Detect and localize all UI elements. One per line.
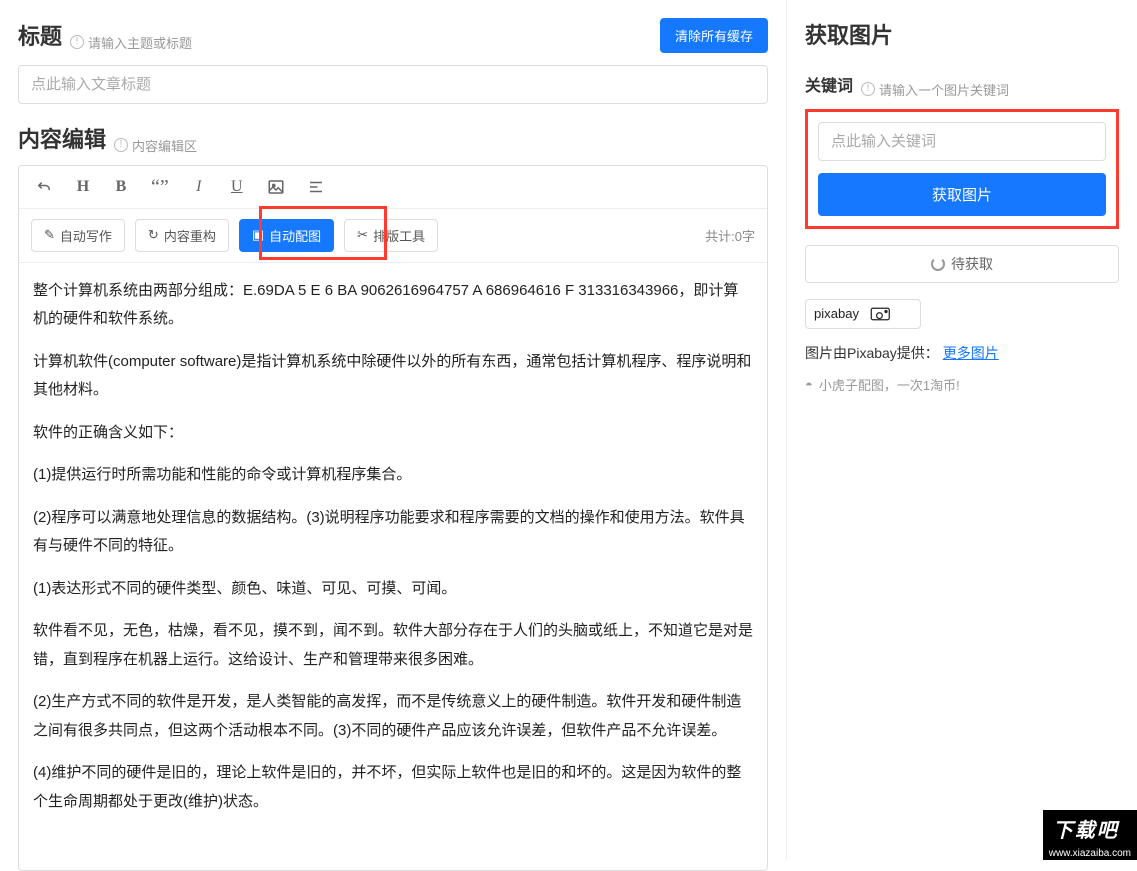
counter-value: 0 — [735, 229, 742, 244]
restructure-button[interactable]: ↻ 内容重构 — [135, 219, 229, 252]
watermark-text: 下载吧 — [1043, 810, 1137, 847]
coin-icon: ◓ — [805, 377, 813, 392]
main-column: 标题 ! 请输入主题或标题 清除所有缓存 内容编辑 ! 内容编辑区 — [0, 0, 787, 860]
info-icon: ! — [861, 82, 875, 96]
counter-prefix: 共计: — [705, 229, 735, 244]
watermark-url: www.xiazaiba.com — [1043, 847, 1137, 860]
paragraph: (2)生产方式不同的软件是开发，是人类智能的高发挥，而不是传统意义上的硬件制造。… — [33, 688, 753, 745]
refresh-icon: ↻ — [148, 227, 159, 243]
pixabay-logo-icon: pixabay — [814, 305, 912, 323]
word-counter: 共计:0字 — [705, 226, 755, 245]
title-hint-text: 请输入主题或标题 — [88, 33, 192, 52]
footer-note: ◓ 小虎子配图，一次1淘币! — [805, 375, 1119, 394]
align-left-icon[interactable] — [303, 174, 329, 200]
sidebar-column: 获取图片 关键词 ! 请输入一个图片关键词 获取图片 待获取 pixabay — [787, 0, 1137, 860]
undo-icon[interactable] — [31, 174, 57, 200]
editor-box: H B “” I U ✎ 自动写作 ↻ 内容重构 — [18, 165, 768, 871]
paragraph: 软件看不见，无色，枯燥，看不见，摸不到，闻不到。软件大部分存在于人们的头脑或纸上… — [33, 617, 753, 674]
quote-icon[interactable]: “” — [147, 177, 173, 197]
typeset-label: 排版工具 — [373, 226, 425, 245]
image-icon[interactable] — [263, 174, 289, 200]
paragraph: (1)表达形式不同的硬件类型、颜色、味道、可见、可摸、可闻。 — [33, 575, 753, 604]
keyword-hint: ! 请输入一个图片关键词 — [861, 80, 1009, 99]
auto-image-button[interactable]: ▣ 自动配图 — [239, 219, 334, 252]
keyword-hint-text: 请输入一个图片关键词 — [879, 80, 1009, 99]
content-section-header: 内容编辑 ! 内容编辑区 — [18, 122, 768, 155]
info-icon: ! — [70, 35, 84, 49]
content-hint-text: 内容编辑区 — [132, 136, 197, 155]
paragraph: (2)程序可以满意地处理信息的数据结构。(3)说明程序功能要求和程序需要的文档的… — [33, 504, 753, 561]
typeset-button[interactable]: ✂ 排版工具 — [344, 219, 438, 252]
spinner-icon — [931, 257, 945, 271]
counter-suffix: 字 — [742, 229, 755, 244]
tool-icon: ✂ — [357, 227, 368, 243]
heading-icon[interactable]: H — [71, 174, 95, 200]
fetch-image-title: 获取图片 — [805, 18, 1119, 50]
watermark: 下载吧 www.xiazaiba.com — [1043, 810, 1137, 860]
credit-prefix: 图片由Pixabay提供： — [805, 345, 939, 361]
content-area[interactable]: 整个计算机系统由两部分组成：E.69DA 5 E 6 BA 9062616964… — [19, 263, 767, 871]
auto-image-label: 自动配图 — [269, 226, 321, 245]
credit-row: 图片由Pixabay提供： 更多图片 — [805, 343, 1119, 363]
content-label: 内容编辑 — [18, 122, 106, 154]
pencil-icon: ✎ — [44, 227, 55, 243]
footer-note-text: 小虎子配图，一次1淘币! — [819, 375, 960, 394]
paragraph: 软件的正确含义如下： — [33, 419, 753, 448]
pending-status: 待获取 — [805, 245, 1119, 283]
italic-icon[interactable]: I — [187, 174, 211, 200]
keyword-input[interactable] — [818, 122, 1106, 161]
info-icon: ! — [114, 138, 128, 152]
pixabay-badge: pixabay — [805, 299, 921, 329]
pending-label: 待获取 — [951, 254, 993, 274]
title-label: 标题 — [18, 19, 62, 51]
paragraph: (1)提供运行时所需功能和性能的命令或计算机程序集合。 — [33, 461, 753, 490]
paragraph: 计算机软件(computer software)是指计算机系统中除硬件以外的所有… — [33, 348, 753, 405]
auto-write-label: 自动写作 — [60, 226, 112, 245]
underline-icon[interactable]: U — [225, 174, 249, 200]
svg-text:pixabay: pixabay — [814, 306, 860, 321]
keyword-label: 关键词 — [805, 72, 853, 96]
content-hint: ! 内容编辑区 — [114, 136, 197, 155]
fetch-image-button[interactable]: 获取图片 — [818, 173, 1106, 216]
paragraph: (4)维护不同的硬件是旧的，理论上软件是旧的，并不坏，但实际上软件也是旧的和坏的… — [33, 759, 753, 816]
title-hint: ! 请输入主题或标题 — [70, 33, 192, 52]
bold-icon[interactable]: B — [109, 174, 133, 200]
paragraph: 整个计算机系统由两部分组成：E.69DA 5 E 6 BA 9062616964… — [33, 277, 753, 334]
highlight-keyword-area: 获取图片 — [805, 109, 1119, 229]
clear-cache-button[interactable]: 清除所有缓存 — [660, 18, 768, 53]
format-toolbar: H B “” I U — [19, 166, 767, 209]
more-images-link[interactable]: 更多图片 — [943, 345, 999, 361]
article-title-input[interactable] — [18, 65, 768, 104]
title-section-header: 标题 ! 请输入主题或标题 清除所有缓存 — [18, 18, 768, 53]
restructure-label: 内容重构 — [164, 226, 216, 245]
action-toolbar: ✎ 自动写作 ↻ 内容重构 ▣ 自动配图 ✂ 排版工具 共计:0字 — [19, 209, 767, 263]
picture-icon: ▣ — [252, 227, 264, 243]
auto-write-button[interactable]: ✎ 自动写作 — [31, 219, 125, 252]
